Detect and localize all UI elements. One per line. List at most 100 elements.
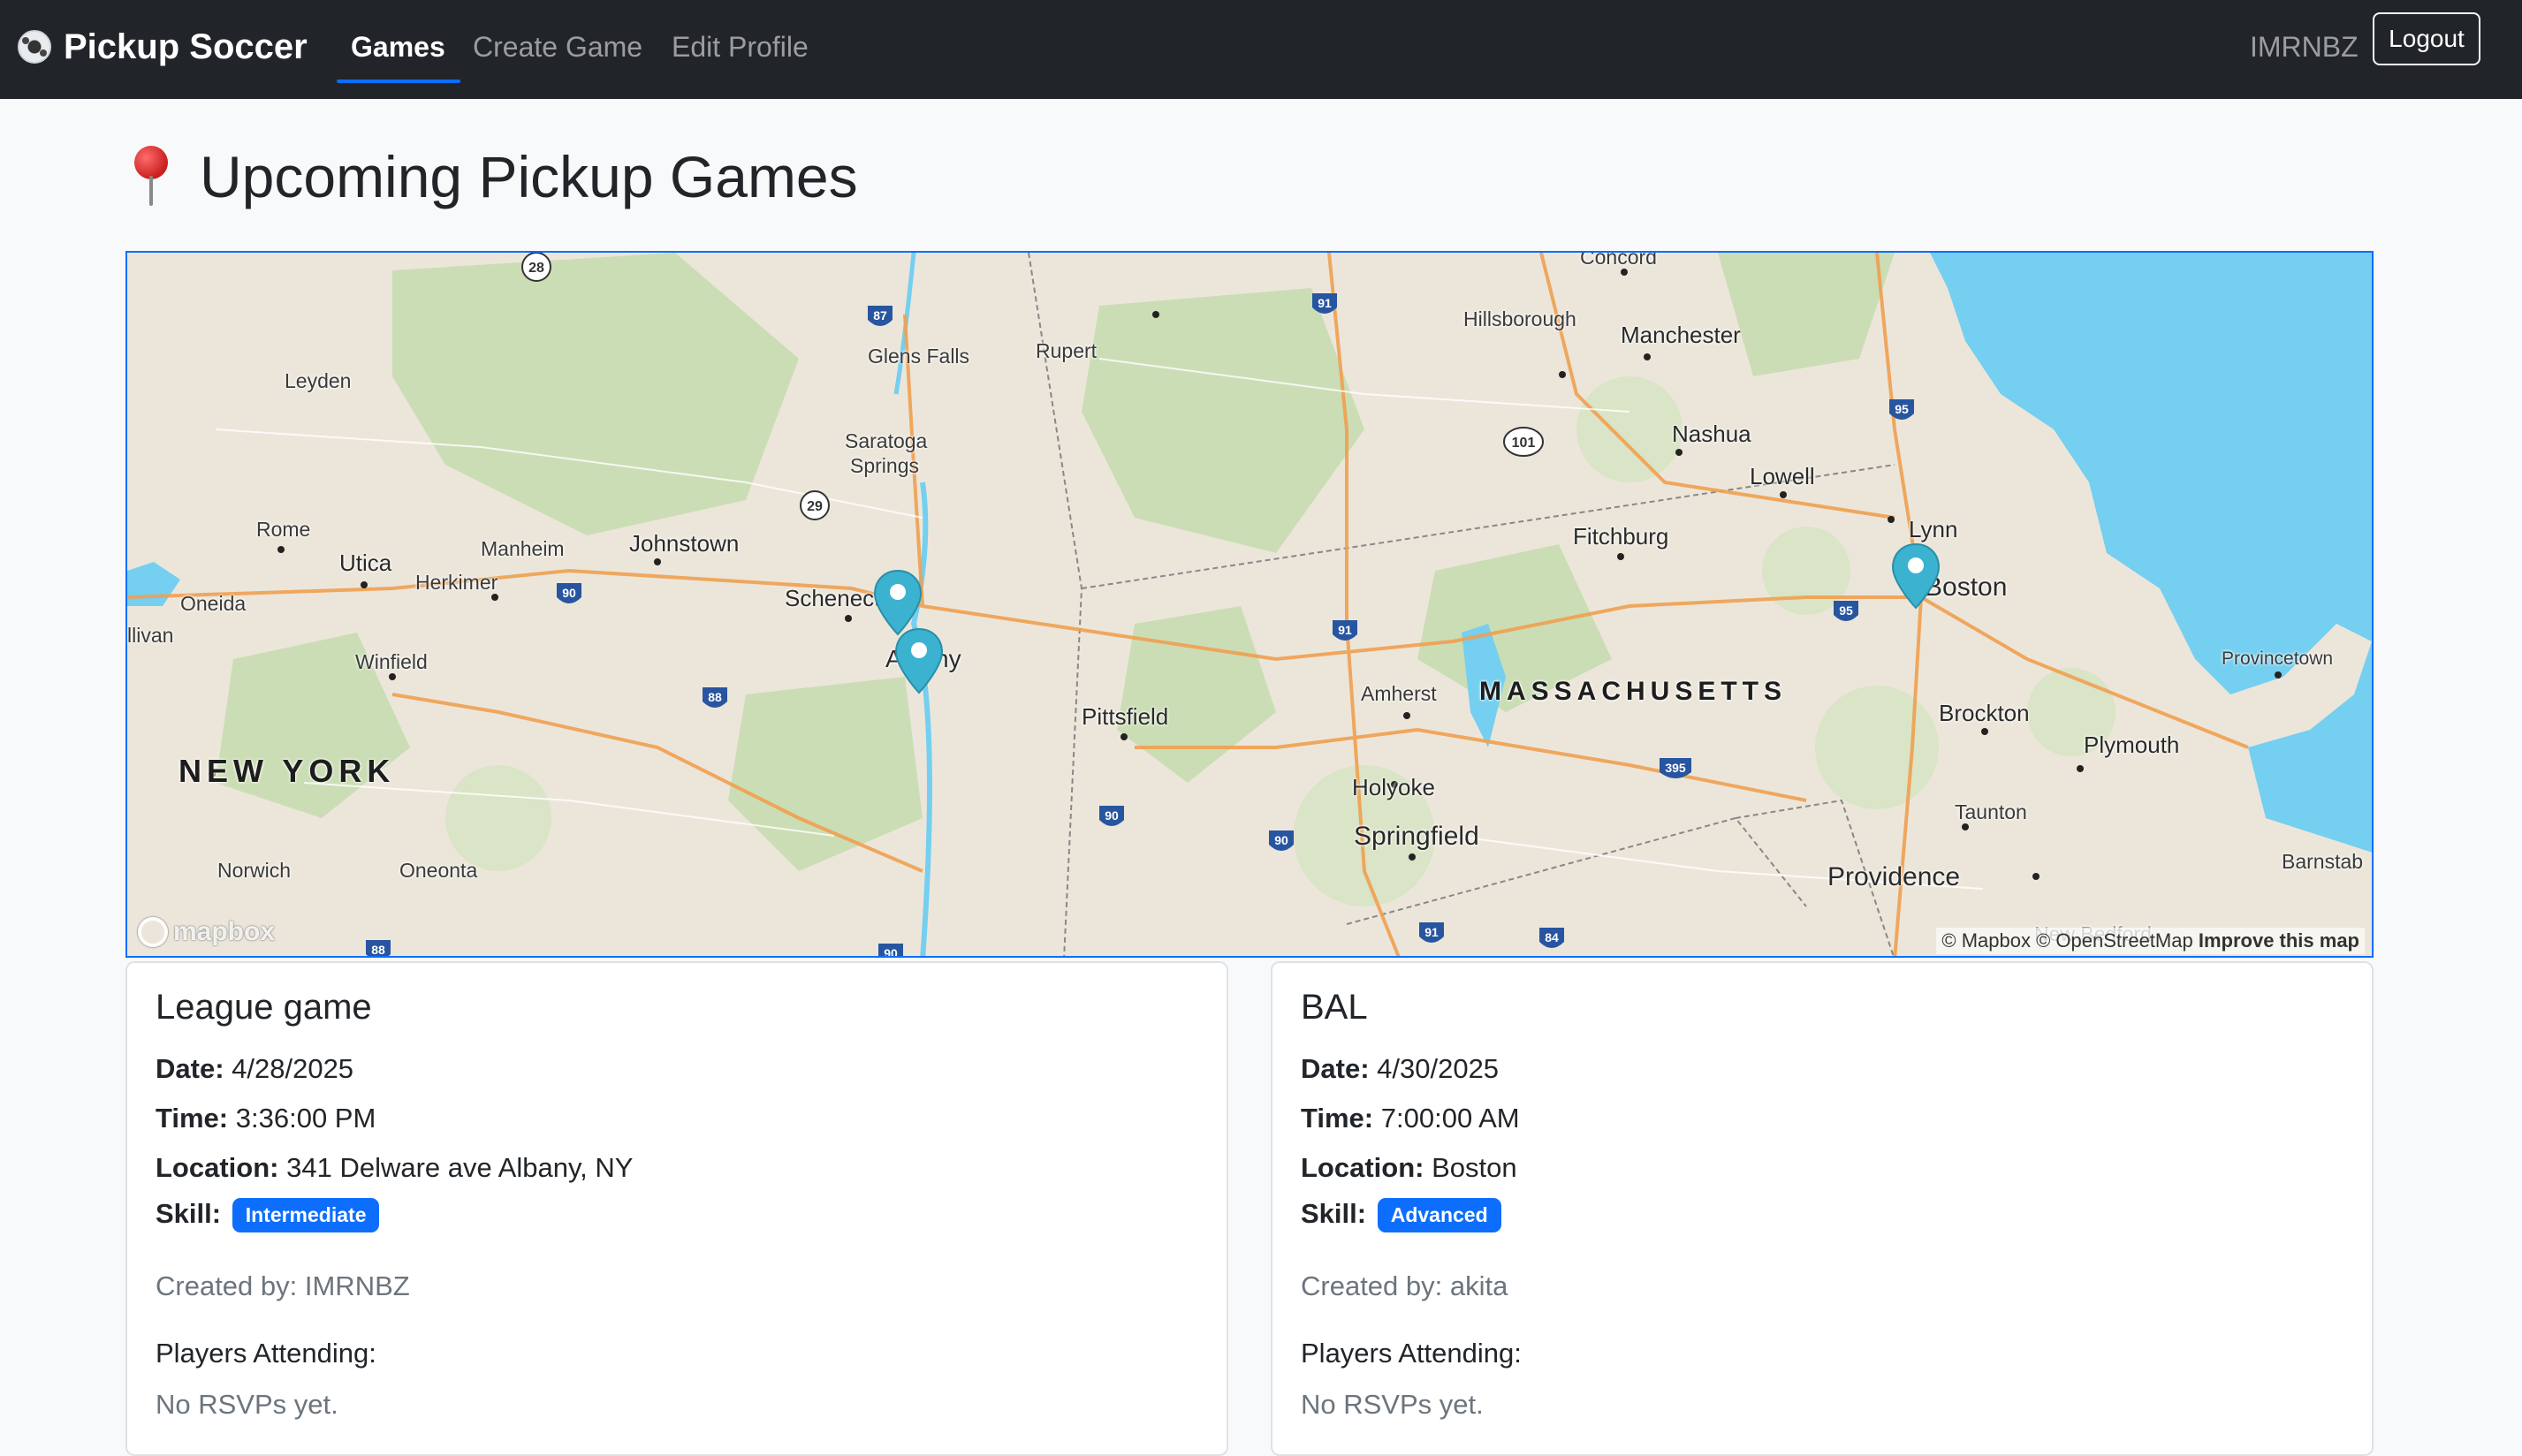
map-city-herkimer: Herkimer [415,571,498,594]
svg-text:91: 91 [1318,296,1332,310]
nav-create-game[interactable]: Create Game [473,0,642,94]
game-location: 341 Delware ave Albany, NY [286,1152,634,1183]
map-city-norwich: Norwich [217,859,292,882]
map-city-lynn: Lynn [1909,516,1958,542]
game-date: 4/28/2025 [232,1053,354,1084]
svg-text:90: 90 [1105,808,1119,823]
map-city-springfield: Springfield [1354,822,1479,851]
location-label: Location: [1301,1152,1424,1183]
map-city-manchester: Manchester [1621,322,1741,348]
map-city-nashua: Nashua [1672,421,1751,447]
svg-text:84: 84 [1545,930,1559,944]
time-label: Time: [1301,1103,1374,1134]
map-city-sullivan: llivan [127,624,174,647]
map-city-lowell: Lowell [1750,463,1815,489]
map-city-providence: Providence [1827,862,1961,891]
created-by: Created by: akita [1301,1270,1508,1301]
mapbox-logo-text: mapbox [173,917,276,946]
game-time: 3:36:00 PM [235,1103,376,1134]
map-city-plymouth: Plymouth [2084,732,2180,758]
map-city-provincetown: Provincetown [2222,648,2334,669]
game-time-row: Time: 3:36:00 PM [156,1103,376,1134]
rsvp-status: No RSVPs yet. [1301,1389,1484,1420]
time-label: Time: [156,1103,229,1134]
map-city-manheim: Manheim [481,537,565,560]
skill-label: Skill: [1301,1198,1367,1229]
map-city-brockton: Brockton [1939,700,2030,726]
rsvp-status: No RSVPs yet. [156,1389,338,1420]
svg-text:101: 101 [1512,436,1536,451]
svg-text:88: 88 [371,943,385,957]
map-city-saratoga: Saratoga [845,429,928,452]
svg-text:95: 95 [1895,402,1909,416]
map-city-taunton: Taunton [1955,800,2027,823]
mapbox-logo[interactable]: mapbox [138,917,275,947]
game-title: League game [156,988,372,1027]
map-attribution-text[interactable]: © Mapbox © OpenStreetMap [1941,929,2192,952]
map-city-winfield: Winfield [355,650,428,673]
svg-text:91: 91 [1424,925,1439,939]
page-title: Upcoming Pickup Games [129,137,858,216]
created-by: Created by: IMRNBZ [156,1270,410,1301]
svg-text:91: 91 [1338,623,1352,637]
map-city-glens-falls: Glens Falls [868,345,970,368]
svg-text:90: 90 [884,946,898,958]
svg-text:28: 28 [528,261,544,276]
players-attending-label: Players Attending: [1301,1338,1522,1369]
players-attending-label: Players Attending: [156,1338,376,1369]
skill-label: Skill: [156,1198,222,1229]
current-username: IMRNBZ [2250,30,2359,63]
improve-map-link[interactable]: Improve this map [2199,929,2359,952]
map-city-hillsborough: Hillsborough [1463,307,1576,330]
logout-button[interactable]: Logout [2373,12,2480,65]
game-title: BAL [1301,988,1368,1027]
map-city-fitchburg: Fitchburg [1573,523,1669,550]
game-marker-albany[interactable] [894,627,944,694]
svg-text:95: 95 [1839,603,1853,618]
brand-link[interactable]: Pickup Soccer [18,0,308,94]
brand-name: Pickup Soccer [64,27,308,66]
map-city-concord: Concord [1580,251,1657,269]
date-label: Date: [156,1053,224,1084]
game-date-row: Date: 4/30/2025 [1301,1053,1499,1085]
map-city-amherst: Amherst [1361,682,1437,705]
game-card: BAL Date: 4/30/2025 Time: 7:00:00 AM Loc… [1271,961,2374,1456]
map-city-utica: Utica [339,550,392,576]
map-city-rome: Rome [256,518,311,541]
game-date-row: Date: 4/28/2025 [156,1053,353,1085]
svg-text:29: 29 [807,499,823,514]
map-base-layer: 28 87 91 101 95 29 90 95 91 88 395 90 90… [127,253,2372,958]
map-city-saratoga-springs: Springs [850,454,919,477]
game-time-row: Time: 7:00:00 AM [1301,1103,1520,1134]
skill-badge: Intermediate [232,1198,380,1233]
game-card: League game Date: 4/28/2025 Time: 3:36:0… [125,961,1228,1456]
svg-text:395: 395 [1665,761,1686,775]
game-location-row: Location: Boston [1301,1152,1517,1184]
map-city-pittsfield: Pittsfield [1082,703,1169,730]
map-attribution: © Mapbox © OpenStreetMap Improve this ma… [1936,928,2365,954]
nav-edit-profile[interactable]: Edit Profile [672,0,809,94]
map-city-johnstown: Johnstown [629,530,740,557]
skill-badge: Advanced [1377,1198,1501,1233]
game-location-row: Location: 341 Delware ave Albany, NY [156,1152,633,1184]
game-location: Boston [1432,1152,1517,1183]
game-marker-schenectady[interactable] [873,569,923,636]
location-label: Location: [156,1152,279,1183]
map-state-new-york: NEW YORK [179,753,396,789]
pushpin-icon [129,146,173,208]
map-city-oneida: Oneida [180,592,247,615]
map-city-barnstable: Barnstab [2282,850,2364,873]
page-title-text: Upcoming Pickup Games [200,144,858,209]
mapbox-logo-icon [138,917,168,947]
game-marker-boston[interactable] [1891,542,1941,610]
svg-text:88: 88 [708,690,722,704]
svg-text:87: 87 [873,308,887,322]
svg-text:90: 90 [562,586,576,600]
games-map[interactable]: 28 87 91 101 95 29 90 95 91 88 395 90 90… [125,251,2374,958]
map-city-leyden: Leyden [285,369,352,392]
date-label: Date: [1301,1053,1370,1084]
map-city-oneonta: Oneonta [399,859,478,882]
game-time: 7:00:00 AM [1380,1103,1520,1134]
soccer-ball-icon [18,30,51,64]
map-city-rupert: Rupert [1036,339,1098,362]
